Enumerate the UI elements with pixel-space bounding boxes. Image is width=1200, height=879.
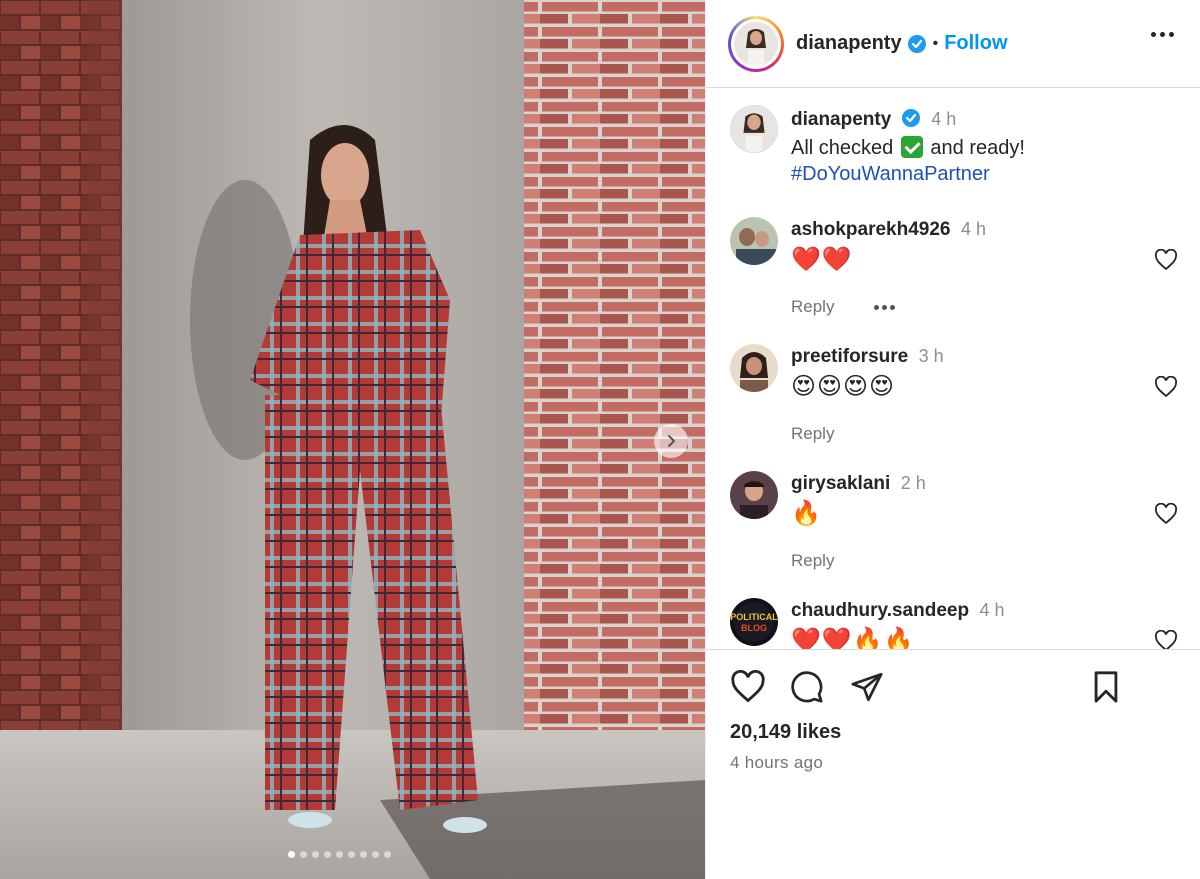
comment-text: ❤️❤️🔥🔥 <box>791 627 915 649</box>
more-icon[interactable] <box>874 304 896 310</box>
story-ring[interactable] <box>728 15 784 72</box>
heart-icon[interactable] <box>1154 503 1178 525</box>
post-media[interactable] <box>0 0 705 879</box>
caption-username[interactable]: dianapenty <box>791 109 891 130</box>
post-header: dianapenty • Follow <box>706 0 1200 88</box>
caption-text-end: and ready! <box>930 137 1025 159</box>
comment-item: POLITICAL BLOG chaudhury.sandeep 4 h ❤️❤… <box>730 598 1200 649</box>
avatar[interactable] <box>730 471 778 519</box>
carousel-dot <box>336 851 343 858</box>
post-time: 4 hours ago <box>730 753 824 772</box>
comment-time: 4 h <box>979 600 1005 620</box>
carousel-dot <box>384 851 391 858</box>
comment-item: preetiforsure 3 h 😍😍😍😍 Reply <box>730 344 1200 471</box>
avatar[interactable]: POLITICAL BLOG <box>730 598 778 646</box>
more-icon[interactable] <box>1151 32 1174 37</box>
comment-username[interactable]: girysaklani <box>791 473 890 494</box>
heart-icon[interactable] <box>1154 630 1178 649</box>
verified-icon <box>901 109 920 127</box>
verified-icon <box>907 34 926 53</box>
actions-divider <box>706 649 1200 650</box>
likes-count[interactable]: 20,149 likes <box>730 721 841 744</box>
action-bar <box>730 670 1180 710</box>
caption-text: All checked and ready! <box>791 135 1025 161</box>
heart-icon[interactable] <box>1154 249 1178 271</box>
next-photo-button[interactable] <box>654 424 688 458</box>
carousel-dot <box>312 851 319 858</box>
hashtag-link[interactable]: #DoYouWannaPartner <box>791 161 1025 187</box>
carousel-dot <box>348 851 355 858</box>
checkmark-emoji-icon <box>900 136 923 158</box>
separator-dot: • <box>932 34 939 52</box>
header-username[interactable]: dianapenty <box>796 32 902 55</box>
comment-icon[interactable] <box>790 670 824 704</box>
avatar[interactable] <box>730 217 778 265</box>
heart-icon[interactable] <box>1154 376 1178 398</box>
post-photo <box>0 0 705 879</box>
comment-text: 🔥 <box>791 500 822 527</box>
comment-username[interactable]: ashokparekh4926 <box>791 219 951 240</box>
carousel-dot <box>288 851 295 858</box>
avatar-logo-text: POLITICAL <box>730 612 778 622</box>
reply-button[interactable]: Reply <box>791 424 834 444</box>
comment-username[interactable]: preetiforsure <box>791 346 908 367</box>
follow-button[interactable]: Follow <box>944 32 1007 55</box>
comment-text: 😍😍😍😍 <box>791 373 896 400</box>
avatar[interactable] <box>730 344 778 392</box>
comment-time: 2 h <box>900 473 926 493</box>
heart-icon[interactable] <box>730 670 766 704</box>
bookmark-icon[interactable] <box>1090 670 1122 704</box>
comment-time: 3 h <box>918 346 944 366</box>
carousel-dot <box>360 851 367 858</box>
comment-item: girysaklani 2 h 🔥 Reply <box>730 471 1200 598</box>
svg-text:BLOG: BLOG <box>741 623 767 633</box>
carousel-dot <box>300 851 307 858</box>
post-caption: dianapenty 4 h All checked and ready! #D… <box>730 89 1200 217</box>
avatar <box>734 21 778 66</box>
comment-time: 4 h <box>960 219 986 239</box>
carousel-indicator <box>288 851 391 858</box>
reply-button[interactable]: Reply <box>791 551 834 571</box>
comments-list[interactable]: dianapenty 4 h All checked and ready! #D… <box>706 89 1200 649</box>
comment-item: ashokparekh4926 4 h ❤️❤️ Reply <box>730 217 1200 344</box>
carousel-dot <box>324 851 331 858</box>
avatar <box>730 105 778 153</box>
chevron-right-icon <box>668 435 675 447</box>
comment-text: ❤️❤️ <box>791 246 853 273</box>
share-icon[interactable] <box>850 670 884 704</box>
caption-time: 4 h <box>931 109 957 129</box>
reply-button[interactable]: Reply <box>791 297 834 317</box>
carousel-dot <box>372 851 379 858</box>
post-panel: dianapenty • Follow dianapenty 4 h All c… <box>705 0 1200 879</box>
comment-username[interactable]: chaudhury.sandeep <box>791 600 969 621</box>
caption-text-start: All checked <box>791 137 894 159</box>
